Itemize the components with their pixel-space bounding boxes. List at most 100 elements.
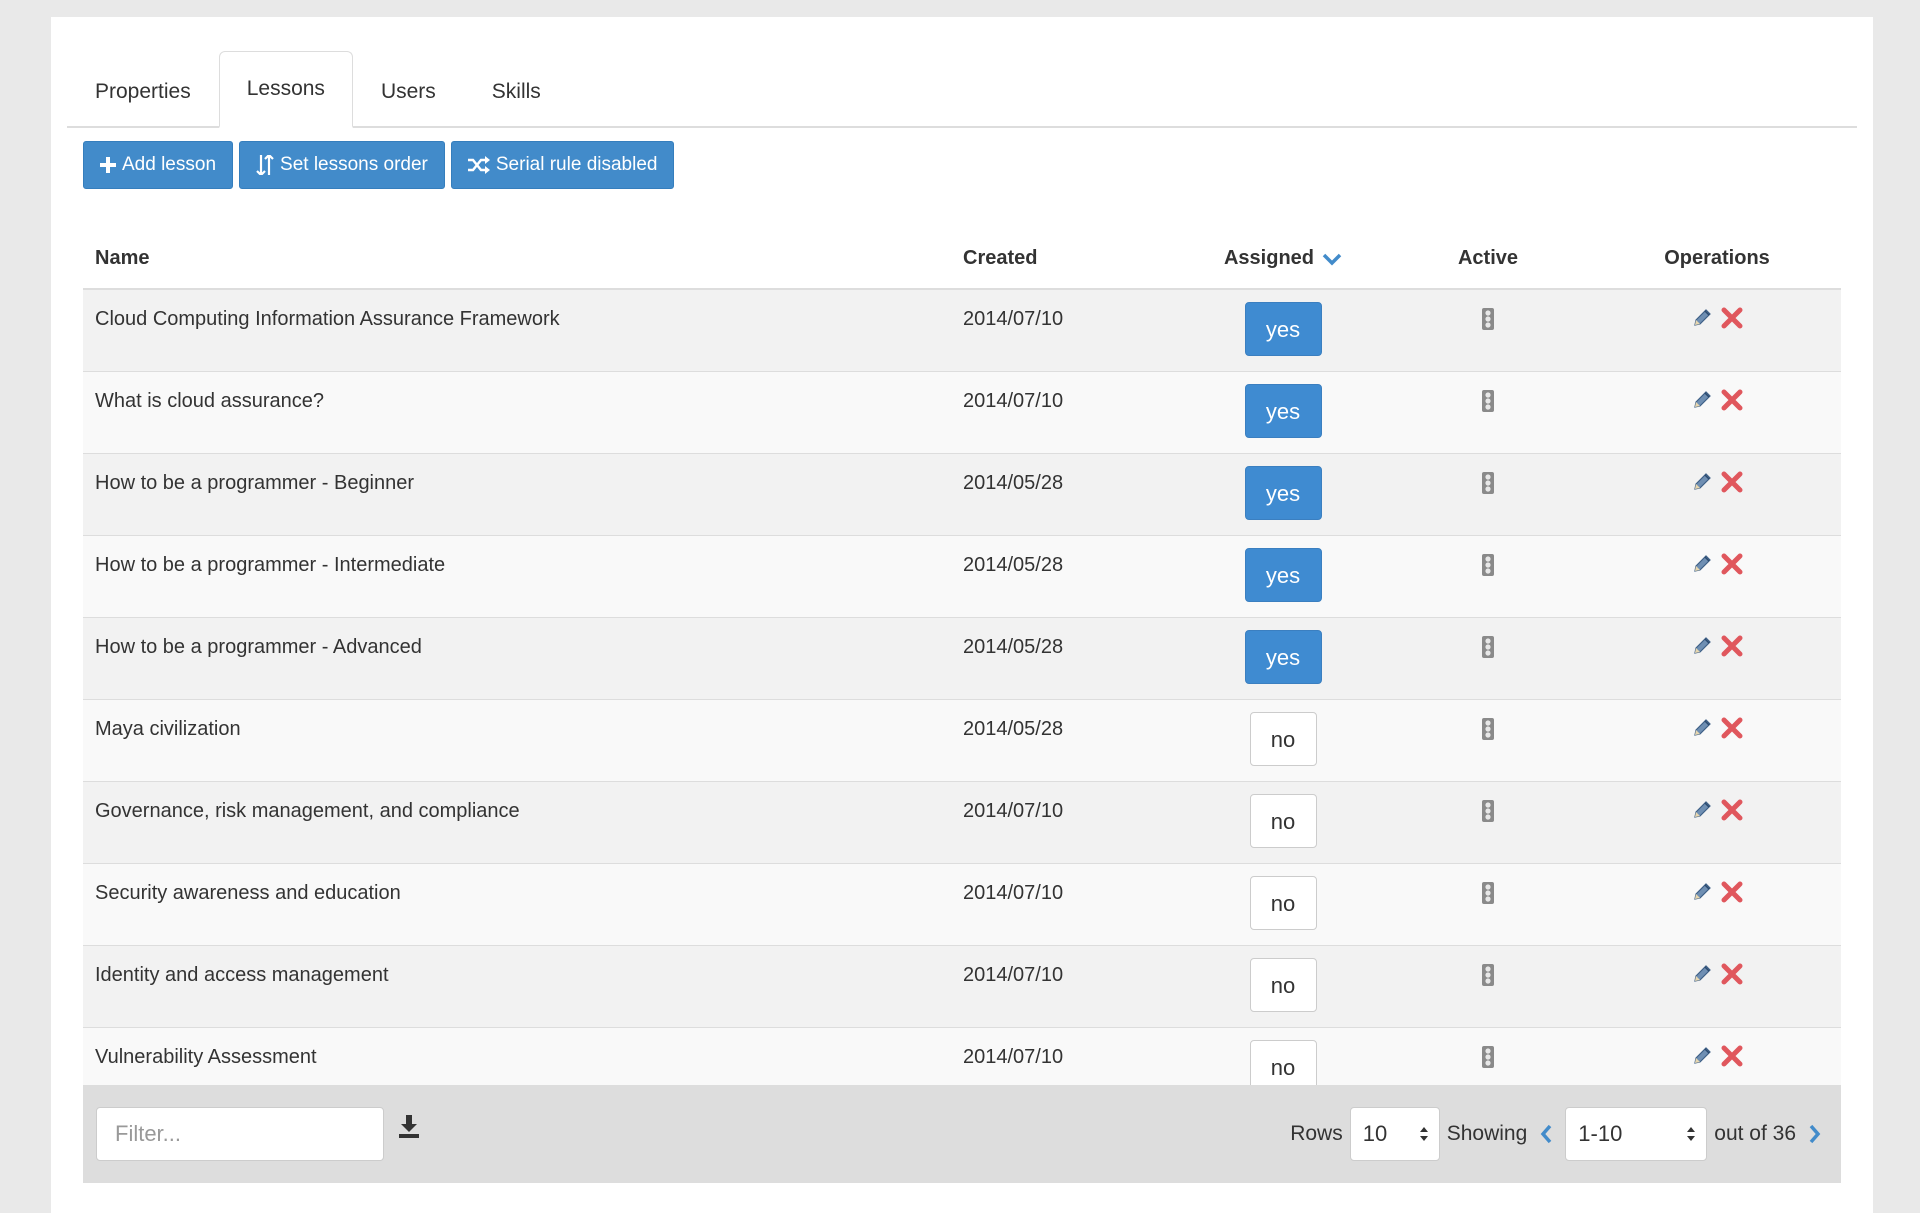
page-range-select[interactable]: 1-10 <box>1565 1107 1708 1161</box>
pencil-icon[interactable] <box>1691 799 1713 863</box>
filter-input[interactable] <box>96 1107 384 1161</box>
assigned-cell: yes <box>1183 454 1383 535</box>
pencil-icon[interactable] <box>1691 963 1713 1027</box>
x-icon[interactable] <box>1721 307 1743 371</box>
active-cell <box>1383 864 1593 945</box>
lesson-name[interactable]: Security awareness and education <box>83 864 963 945</box>
serial-rule-label: Serial rule disabled <box>495 154 658 175</box>
pencil-icon[interactable] <box>1691 881 1713 945</box>
x-icon[interactable] <box>1721 799 1743 863</box>
operations-cell <box>1593 946 1841 1027</box>
lesson-name[interactable]: Cloud Computing Information Assurance Fr… <box>83 290 963 371</box>
pencil-icon[interactable] <box>1691 635 1713 699</box>
active-cell <box>1383 946 1593 1027</box>
traffic-light-icon[interactable] <box>1481 471 1495 495</box>
traffic-light-icon[interactable] <box>1481 1045 1495 1069</box>
traffic-light-icon[interactable] <box>1481 553 1495 577</box>
traffic-light-icon[interactable] <box>1481 799 1495 823</box>
pencil-icon[interactable] <box>1691 389 1713 453</box>
lesson-name[interactable]: What is cloud assurance? <box>83 372 963 453</box>
sort-icon <box>256 155 274 175</box>
lesson-created-date: 2014/07/10 <box>963 800 1064 822</box>
lesson-name[interactable]: How to be a programmer - Intermediate <box>83 536 963 617</box>
operations-cell <box>1593 782 1841 863</box>
x-icon[interactable] <box>1721 471 1743 535</box>
column-header-created[interactable]: Created <box>963 247 1183 270</box>
assigned-cell: no <box>1183 700 1383 781</box>
x-icon[interactable] <box>1721 717 1743 781</box>
pencil-icon[interactable] <box>1691 307 1713 371</box>
pencil-icon[interactable] <box>1691 471 1713 535</box>
plus-icon <box>100 157 116 173</box>
x-icon[interactable] <box>1721 881 1743 945</box>
traffic-light-icon[interactable] <box>1481 881 1495 905</box>
lesson-name[interactable]: Maya civilization <box>83 700 963 781</box>
assigned-cell: no <box>1183 864 1383 945</box>
traffic-light-icon[interactable] <box>1481 717 1495 741</box>
operations-cell <box>1593 454 1841 535</box>
operations-cell <box>1593 700 1841 781</box>
table-row: How to be a programmer - Intermediate 201… <box>83 536 1841 618</box>
lessons-table: Name Created Assigned Active Operations … <box>83 229 1841 1110</box>
tab-lessons[interactable]: Lessons <box>218 51 353 128</box>
x-icon[interactable] <box>1721 389 1743 453</box>
assigned-toggle-button[interactable]: no <box>1249 794 1317 848</box>
set-lessons-order-button[interactable]: Set lessons order <box>239 141 445 189</box>
traffic-light-icon[interactable] <box>1481 389 1495 413</box>
assigned-cell: yes <box>1183 372 1383 453</box>
pencil-icon[interactable] <box>1691 553 1713 617</box>
assigned-toggle-button[interactable]: yes <box>1244 466 1322 520</box>
lesson-panel: Properties Lessons Users Skills Add less… <box>51 17 1873 1213</box>
assigned-toggle-button[interactable]: no <box>1249 958 1317 1012</box>
serial-rule-button[interactable]: Serial rule disabled <box>450 141 675 189</box>
add-lesson-button[interactable]: Add lesson <box>83 141 234 189</box>
traffic-light-icon[interactable] <box>1481 307 1495 331</box>
column-header-assigned[interactable]: Assigned <box>1183 247 1383 270</box>
pagination: Rows 10 Showing 1-10 out of 36 <box>1290 1107 1827 1161</box>
column-header-name[interactable]: Name <box>83 247 963 270</box>
chevron-left-icon[interactable] <box>1534 1124 1558 1144</box>
shuffle-icon <box>467 156 490 174</box>
table-row: Identity and access management 2014/07/10… <box>83 946 1841 1028</box>
x-icon[interactable] <box>1721 635 1743 699</box>
assigned-toggle-button[interactable]: yes <box>1244 384 1322 438</box>
chevron-right-icon[interactable] <box>1803 1124 1827 1144</box>
lesson-created-date: 2014/07/10 <box>963 882 1064 904</box>
updown-icon <box>1687 1127 1696 1141</box>
column-header-active[interactable]: Active <box>1383 247 1593 270</box>
tab-skills[interactable]: Skills <box>464 54 569 128</box>
table-row: How to be a programmer - Advanced 2014/05… <box>83 618 1841 700</box>
assigned-toggle-button[interactable]: no <box>1249 876 1317 930</box>
table-header: Name Created Assigned Active Operations <box>83 229 1841 290</box>
lesson-name[interactable]: Governance, risk management, and complia… <box>83 782 963 863</box>
chevron-down-icon <box>1322 253 1342 265</box>
page-range-value: 1-10 <box>1578 1121 1623 1146</box>
traffic-light-icon[interactable] <box>1481 963 1495 987</box>
assigned-toggle-button[interactable]: yes <box>1244 548 1322 602</box>
assigned-toggle-button[interactable]: yes <box>1244 302 1322 356</box>
lesson-name[interactable]: How to be a programmer - Advanced <box>83 618 963 699</box>
traffic-light-icon[interactable] <box>1481 635 1495 659</box>
rows-select-value: 10 <box>1362 1121 1388 1146</box>
showing-label: Showing <box>1446 1122 1528 1145</box>
tab-properties[interactable]: Properties <box>67 54 219 128</box>
x-icon[interactable] <box>1721 553 1743 617</box>
x-icon[interactable] <box>1721 963 1743 1027</box>
download-icon[interactable] <box>398 1115 420 1144</box>
assigned-cell: yes <box>1183 536 1383 617</box>
lesson-name[interactable]: How to be a programmer - Beginner <box>83 454 963 535</box>
table-row: Governance, risk management, and complia… <box>83 782 1841 864</box>
assigned-toggle-button[interactable]: yes <box>1244 630 1322 684</box>
add-lesson-label: Add lesson <box>122 154 217 175</box>
active-cell <box>1383 782 1593 863</box>
toolbar: Add lesson Set lessons order Serial rule… <box>83 141 675 189</box>
lesson-created-date: 2014/07/10 <box>963 308 1064 330</box>
lesson-created-date: 2014/05/28 <box>963 472 1064 494</box>
lesson-name[interactable]: Identity and access management <box>83 946 963 1027</box>
pencil-icon[interactable] <box>1691 717 1713 781</box>
rows-select[interactable]: 10 <box>1349 1107 1440 1161</box>
table-row: How to be a programmer - Beginner 2014/05… <box>83 454 1841 536</box>
rows-label: Rows <box>1290 1122 1343 1145</box>
assigned-toggle-button[interactable]: no <box>1249 712 1317 766</box>
tab-users[interactable]: Users <box>353 54 464 128</box>
